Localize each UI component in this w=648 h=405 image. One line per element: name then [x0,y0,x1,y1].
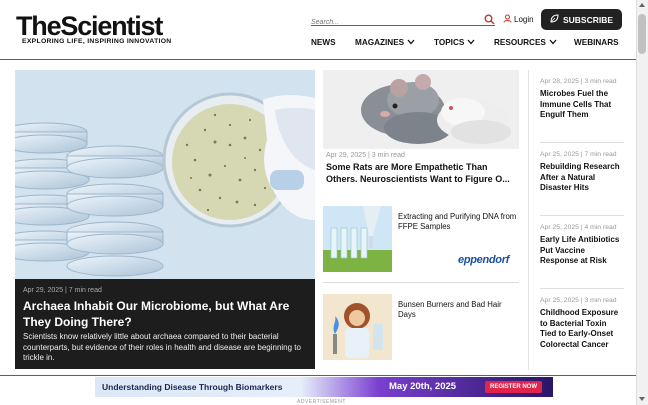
nav-topics[interactable]: TOPICS [434,38,475,47]
sponsored-card-dna[interactable]: Extracting and Purifying DNA from FFPE S… [323,206,519,274]
page: TheScientist EXPLORING LIFE, INSPIRING I… [0,0,648,405]
subscribe-button[interactable]: SUBSCRIBE [541,9,622,30]
rats-article-title[interactable]: Some Rats are More Empathetic Than Other… [326,162,520,185]
biomarkers-ad-banner[interactable]: Understanding Disease Through Biomarkers… [95,377,553,397]
rats-article-image[interactable] [323,70,519,149]
login-label: Login [514,15,534,24]
sponsored-title-dna[interactable]: Extracting and Purifying DNA from FFPE S… [398,212,518,232]
hero-image-petri-dish[interactable] [15,70,315,279]
dna-extraction-image[interactable] [323,206,392,272]
leaf-icon [550,14,559,25]
chevron-down-icon [467,38,475,47]
login-link[interactable]: Login [503,14,534,25]
column-divider [528,70,529,370]
news-item-title[interactable]: Rebuilding Research After a Natural Disa… [540,162,624,194]
hero-title[interactable]: Archaea Inhabit Our Microbiome, but What… [23,298,313,330]
subscribe-label: SUBSCRIBE [562,14,614,25]
news-item-title[interactable]: Childhood Exposure to Bacterial Toxin Ti… [540,308,624,350]
sponsored-divider [323,282,519,283]
ad-headline: Understanding Disease Through Biomarkers [102,382,283,392]
eppendorf-logo[interactable]: eppendorf [458,254,509,266]
search-bar [311,11,495,30]
news-item-meta: Apr 25, 2025 | 4 min read [540,224,617,231]
scroll-thumb[interactable] [638,14,646,54]
header-divider [0,59,636,60]
chevron-down-icon [549,38,557,47]
news-item-meta: Apr 28, 2025 | 3 min read [540,78,617,85]
news-item[interactable]: Apr 25, 2025 | 4 min read Early Life Ant… [540,224,624,267]
news-item[interactable]: Apr 25, 2025 | 7 min read Rebuilding Res… [540,151,624,194]
news-divider [540,288,624,289]
sponsored-title-bunsen[interactable]: Bunsen Burners and Bad Hair Days [398,300,518,320]
site-tagline: EXPLORING LIFE, INSPIRING INNOVATION [22,38,172,45]
news-divider [540,215,624,216]
page-scrollbar[interactable] [636,0,648,405]
hero-description: Scientists know relatively little about … [23,332,301,362]
sponsored-card-bunsen[interactable]: Bunsen Burners and Bad Hair Days [323,294,519,362]
user-icon [503,14,512,25]
ad-divider [0,375,636,376]
scroll-up-arrow-icon[interactable] [639,3,645,7]
scroll-down-arrow-icon[interactable] [639,397,645,401]
ad-date: May 20th, 2025 [389,381,457,392]
hero-article[interactable]: Apr 29, 2025 | 7 min read Archaea Inhabi… [15,70,315,369]
nav-label: TOPICS [434,38,465,47]
nav-resources[interactable]: RESOURCES [494,38,557,47]
nav-webinars[interactable]: WEBINARS [574,38,619,47]
rats-article-meta: Apr 29, 2025 | 3 min read [326,152,405,159]
news-item[interactable]: Apr 25, 2025 | 3 min read Childhood Expo… [540,297,624,350]
advertisement-label: ADVERTISEMENT [297,399,346,405]
site-header: TheScientist EXPLORING LIFE, INSPIRING I… [0,0,636,60]
nav-news[interactable]: NEWS [311,38,336,47]
news-item[interactable]: Apr 28, 2025 | 3 min read Microbes Fuel … [540,78,624,121]
nav-label: NEWS [311,38,336,47]
news-divider [540,142,624,143]
bunsen-burner-illustration[interactable] [323,294,392,360]
news-item-title[interactable]: Microbes Fuel the Immune Cells That Engu… [540,89,624,121]
news-item-meta: Apr 25, 2025 | 7 min read [540,151,617,158]
register-now-button[interactable]: REGISTER NOW [485,381,542,393]
hero-meta: Apr 29, 2025 | 7 min read [23,287,102,294]
site-logo[interactable]: TheScientist [16,12,163,40]
search-icon[interactable] [484,12,495,25]
news-item-meta: Apr 25, 2025 | 3 min read [540,297,617,304]
chevron-down-icon [407,38,415,47]
search-input[interactable] [311,15,471,30]
nav-label: RESOURCES [494,38,546,47]
nav-label: MAGAZINES [355,38,405,47]
news-item-title[interactable]: Early Life Antibiotics Put Vaccine Respo… [540,235,624,267]
nav-label: WEBINARS [574,38,619,47]
nav-magazines[interactable]: MAGAZINES [355,38,415,47]
